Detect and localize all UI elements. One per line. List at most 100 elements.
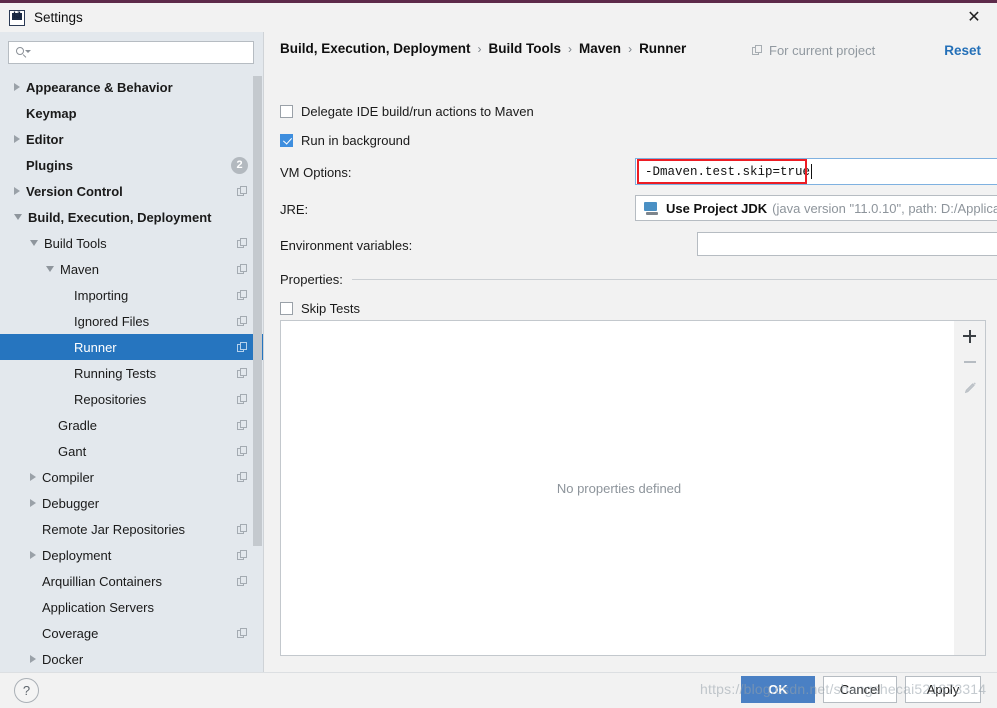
- search-input[interactable]: [36, 44, 253, 61]
- chevron-down-icon[interactable]: [46, 266, 54, 272]
- sidebar-item-debugger[interactable]: Debugger: [0, 490, 264, 516]
- sidebar-item-maven[interactable]: Maven: [0, 256, 264, 282]
- copy-icon: [237, 393, 248, 405]
- sidebar-item-label: Build, Execution, Deployment: [28, 209, 212, 225]
- sidebar-item-repositories[interactable]: Repositories: [0, 386, 264, 412]
- search-field[interactable]: [8, 41, 254, 64]
- sidebar-item-gradle[interactable]: Gradle: [0, 412, 264, 438]
- properties-table[interactable]: No properties defined: [280, 320, 958, 656]
- breadcrumb-separator: ›: [568, 41, 573, 56]
- ok-button[interactable]: OK: [741, 676, 815, 703]
- sidebar-item-arquillian-containers[interactable]: Arquillian Containers: [0, 568, 264, 594]
- sidebar-item-appearance-behavior[interactable]: Appearance & Behavior: [0, 74, 264, 100]
- copy-icon: [237, 263, 248, 275]
- sidebar-item-label: Compiler: [42, 469, 95, 485]
- properties-empty-text: No properties defined: [556, 480, 682, 496]
- sidebar-item-label: Debugger: [42, 495, 100, 511]
- search-icon: [15, 46, 31, 60]
- chevron-down-icon[interactable]: [14, 214, 22, 220]
- chevron-right-icon[interactable]: [30, 499, 36, 507]
- env-vars-field[interactable]: [697, 232, 997, 256]
- sidebar-item-deployment[interactable]: Deployment: [0, 542, 264, 568]
- chevron-right-icon[interactable]: [14, 187, 20, 195]
- copy-icon: [237, 419, 248, 431]
- remove-property-button[interactable]: [954, 349, 985, 375]
- vm-options-field[interactable]: -Dmaven.test.skip=true: [635, 158, 997, 185]
- plugins-update-badge: 2: [231, 156, 248, 174]
- breadcrumb-separator: ›: [477, 41, 482, 56]
- chevron-right-icon[interactable]: [30, 551, 36, 559]
- skip-tests-label: Skip Tests: [301, 301, 361, 316]
- settings-dialog: Settings ✕ Appearance & Behavior Keymap Ed…: [0, 0, 997, 708]
- sidebar-item-label: Maven: [60, 261, 100, 277]
- copy-icon: [237, 445, 248, 457]
- copy-icon: [752, 45, 763, 56]
- chevron-right-icon[interactable]: [30, 655, 36, 663]
- settings-main-panel: Build, Execution, Deployment › Build Tools…: [264, 32, 997, 672]
- sidebar-item-label: Editor: [26, 131, 64, 147]
- sidebar-item-application-servers[interactable]: Application Servers: [0, 594, 264, 620]
- edit-property-button[interactable]: [954, 375, 985, 401]
- skip-tests-checkbox[interactable]: [280, 302, 293, 315]
- sidebar-item-label: Application Servers: [42, 599, 154, 615]
- chevron-right-icon[interactable]: [30, 473, 36, 481]
- sidebar-item-label: Build Tools: [44, 235, 107, 251]
- sidebar-item-ignored-files[interactable]: Ignored Files: [0, 308, 264, 334]
- jre-dropdown[interactable]: Use Project JDK (java version "11.0.10",…: [635, 195, 997, 221]
- delegate-build-checkbox[interactable]: [280, 105, 293, 118]
- title-bar: Settings ✕: [0, 3, 997, 32]
- close-icon[interactable]: ✕: [951, 3, 997, 32]
- plus-icon: [963, 329, 976, 343]
- sidebar-item-label: Keymap: [26, 105, 77, 121]
- text-caret: [811, 164, 813, 179]
- sidebar-item-importing[interactable]: Importing: [0, 282, 264, 308]
- sidebar-item-runner[interactable]: Runner: [0, 334, 264, 360]
- run-in-background-checkbox-row[interactable]: Run in background: [280, 133, 410, 148]
- settings-sidebar: Appearance & Behavior Keymap Editor Plugins…: [0, 32, 264, 672]
- sidebar-item-docker[interactable]: Docker: [0, 646, 264, 672]
- sidebar-item-remote-jar-repositories[interactable]: Remote Jar Repositories: [0, 516, 264, 542]
- sidebar-item-coverage[interactable]: Coverage: [0, 620, 264, 646]
- sidebar-item-label: Running Tests: [74, 365, 157, 381]
- sidebar-item-build-tools[interactable]: Build Tools: [0, 230, 264, 256]
- settings-tree: Appearance & Behavior Keymap Editor Plugins…: [0, 74, 264, 672]
- cancel-button[interactable]: Cancel: [823, 676, 897, 703]
- delegate-build-label: Delegate IDE build/run actions to Maven: [301, 104, 534, 119]
- sidebar-scrollbar-thumb[interactable]: [253, 76, 262, 546]
- sidebar-item-editor[interactable]: Editor: [0, 126, 264, 152]
- chevron-right-icon[interactable]: [14, 83, 20, 91]
- sidebar-item-running-tests[interactable]: Running Tests: [0, 360, 264, 386]
- sidebar-item-plugins[interactable]: Plugins 2: [0, 152, 264, 178]
- help-button[interactable]: ?: [14, 678, 39, 703]
- sidebar-item-build-execution-deployment[interactable]: Build, Execution, Deployment: [0, 204, 264, 230]
- chevron-down-icon[interactable]: [30, 240, 38, 246]
- copy-icon: [237, 549, 248, 561]
- reset-link[interactable]: Reset: [944, 43, 981, 58]
- breadcrumb-item: Build Tools: [488, 41, 562, 56]
- delegate-build-checkbox-row[interactable]: Delegate IDE build/run actions to Maven: [280, 104, 534, 119]
- skip-tests-checkbox-row[interactable]: Skip Tests: [280, 301, 360, 316]
- apply-button[interactable]: Apply: [905, 676, 981, 703]
- sidebar-item-compiler[interactable]: Compiler: [0, 464, 264, 490]
- run-in-background-checkbox[interactable]: [280, 134, 293, 147]
- chevron-right-icon[interactable]: [14, 135, 20, 143]
- sidebar-item-label: Coverage: [42, 625, 99, 641]
- settings-tree-list: Appearance & Behavior Keymap Editor Plugins…: [0, 74, 264, 672]
- jdk-icon: [644, 201, 659, 215]
- sidebar-item-keymap[interactable]: Keymap: [0, 100, 264, 126]
- breadcrumb: Build, Execution, Deployment › Build Tools…: [280, 41, 686, 56]
- sidebar-item-version-control[interactable]: Version Control: [0, 178, 264, 204]
- add-property-button[interactable]: [954, 323, 985, 349]
- copy-icon: [237, 575, 248, 587]
- sidebar-item-gant[interactable]: Gant: [0, 438, 264, 464]
- sidebar-item-label: Arquillian Containers: [42, 573, 162, 589]
- sidebar-item-label: Plugins: [26, 157, 73, 173]
- sidebar-scrollbar[interactable]: [253, 76, 262, 671]
